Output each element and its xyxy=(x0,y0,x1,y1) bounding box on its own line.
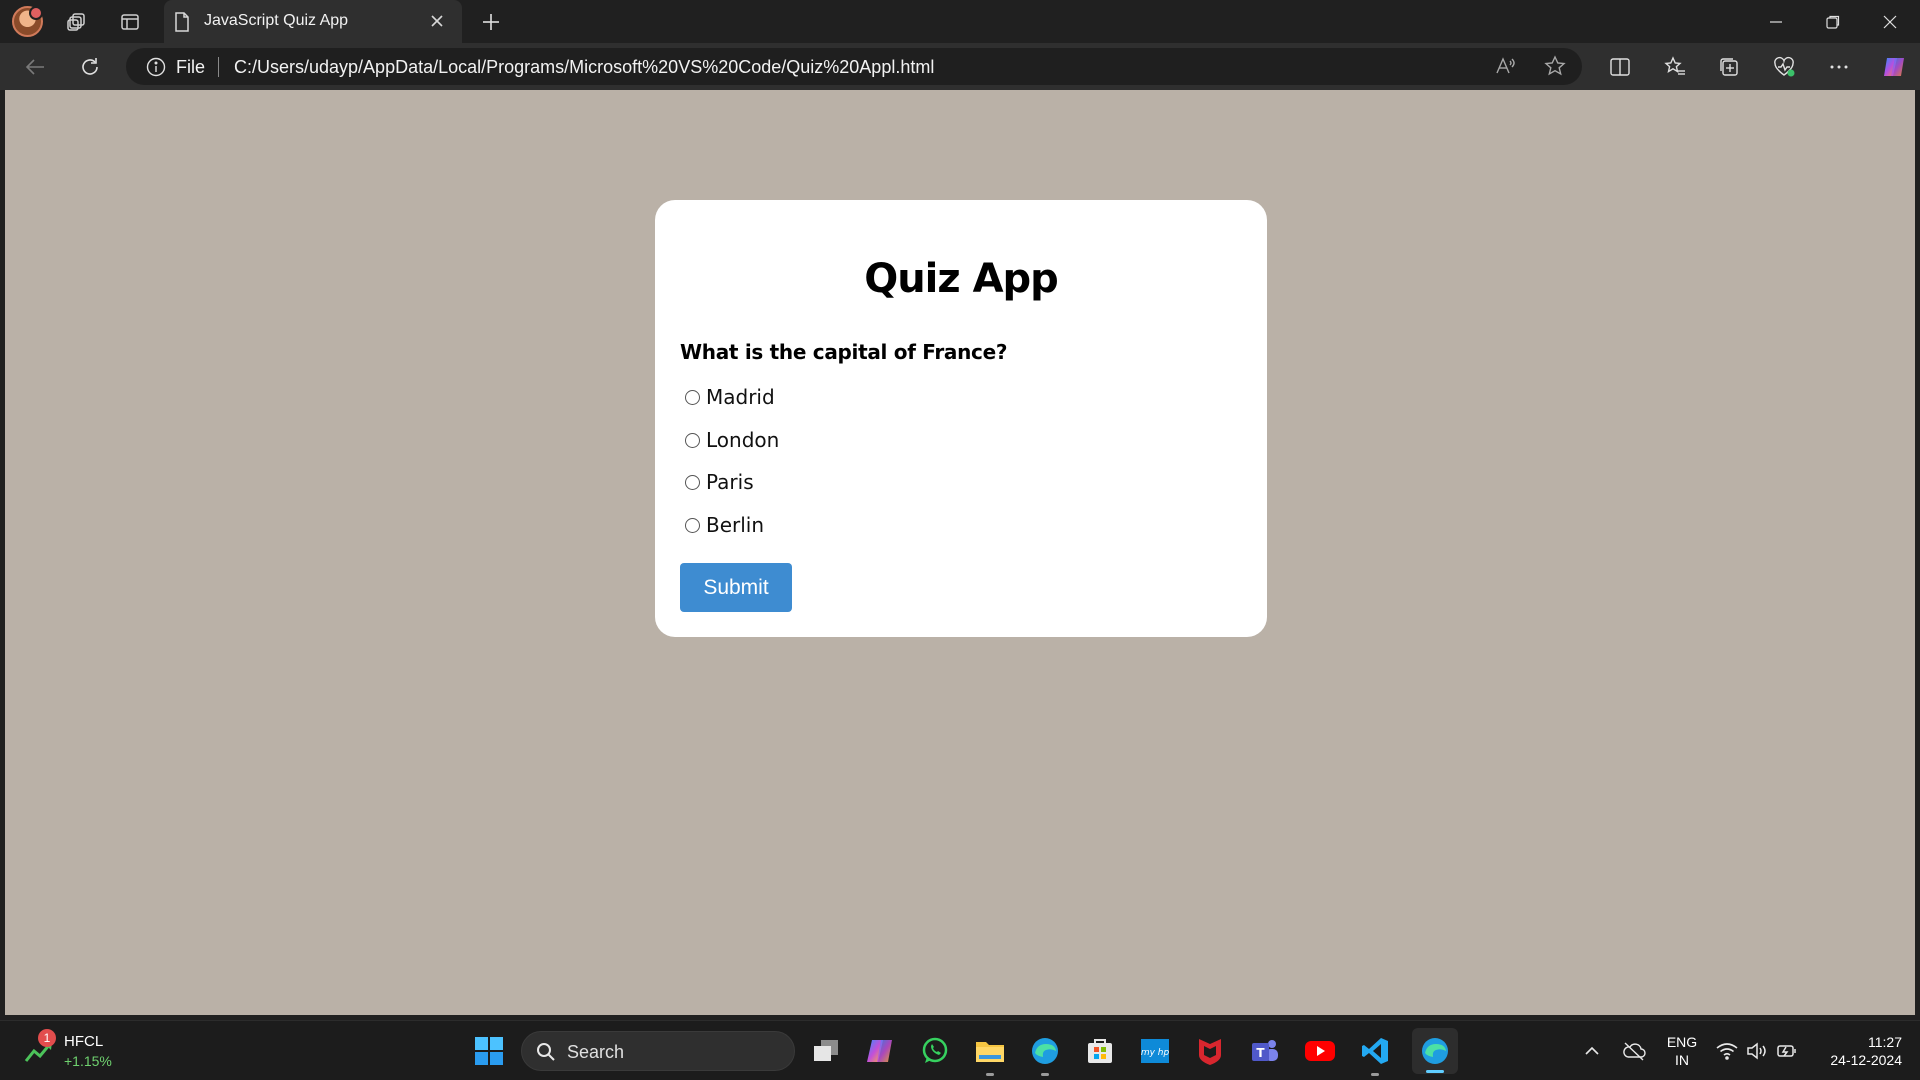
teams-icon[interactable]: T xyxy=(1247,1033,1283,1069)
restore-button[interactable] xyxy=(1805,0,1861,43)
browser-title-bar: JavaScript Quiz App xyxy=(0,0,1920,43)
workspaces-icon[interactable] xyxy=(63,8,91,36)
page-title: Quiz App xyxy=(864,256,1059,302)
minimize-button[interactable] xyxy=(1748,0,1804,43)
active-indicator xyxy=(1426,1070,1444,1073)
vs-code-icon[interactable] xyxy=(1357,1033,1393,1076)
search-label: Search xyxy=(567,1042,625,1062)
system-clock[interactable]: 11:27 24-12-2024 xyxy=(1812,1033,1902,1069)
battery-charging-icon[interactable] xyxy=(1772,1033,1802,1069)
show-hidden-icons-chevron-icon[interactable] xyxy=(1574,1033,1610,1069)
close-window-button[interactable] xyxy=(1862,0,1918,43)
option-label: Berlin xyxy=(706,513,765,537)
running-indicator xyxy=(1041,1073,1049,1076)
settings-more-icon[interactable] xyxy=(1826,54,1852,80)
radio-button[interactable] xyxy=(685,517,700,533)
page-viewport: Quiz App What is the capital of France? … xyxy=(5,90,1915,1015)
mcafee-icon[interactable] xyxy=(1192,1033,1228,1069)
edge-active-icon[interactable] xyxy=(1412,1028,1458,1074)
copilot-icon[interactable] xyxy=(1881,54,1907,80)
profile-avatar[interactable] xyxy=(12,6,43,37)
stock-widget[interactable]: 1 HFCL +1.15% xyxy=(22,1029,122,1073)
radio-button[interactable] xyxy=(685,432,700,448)
clock-date: 24-12-2024 xyxy=(1830,1052,1902,1068)
split-screen-icon[interactable] xyxy=(1607,54,1633,80)
option-london[interactable]: London xyxy=(685,425,779,455)
tab-title: JavaScript Quiz App xyxy=(204,12,349,29)
language-code: ENG xyxy=(1666,1034,1698,1050)
whatsapp-icon[interactable] xyxy=(917,1033,953,1069)
tab-javascript-quiz-app[interactable]: JavaScript Quiz App xyxy=(164,0,462,43)
option-paris[interactable]: Paris xyxy=(685,467,754,497)
task-view-icon[interactable] xyxy=(808,1033,844,1069)
browser-toolbar: File C:/Users/udayp/AppData/Local/Progra… xyxy=(0,43,1920,90)
running-indicator xyxy=(1371,1073,1379,1076)
back-arrow-icon[interactable] xyxy=(22,54,48,80)
svg-text:my hp: my hp xyxy=(1141,1048,1170,1058)
language-indicator[interactable]: ENG IN xyxy=(1665,1033,1699,1069)
copilot-app-icon[interactable] xyxy=(862,1033,898,1069)
page-icon xyxy=(174,12,190,37)
youtube-icon[interactable] xyxy=(1302,1033,1338,1069)
microsoft-store-icon[interactable] xyxy=(1082,1033,1118,1069)
edge-icon[interactable] xyxy=(1027,1033,1063,1076)
close-tab-icon[interactable] xyxy=(426,10,448,32)
address-bar[interactable]: File C:/Users/udayp/AppData/Local/Progra… xyxy=(126,48,1582,85)
start-button[interactable] xyxy=(471,1033,507,1069)
url-text[interactable]: C:/Users/udayp/AppData/Local/Programs/Mi… xyxy=(234,57,934,78)
region-code: IN xyxy=(1675,1052,1689,1068)
windows-taskbar: 1 HFCL +1.15% Search my hp T ENG IN 11:2… xyxy=(0,1020,1920,1080)
file-explorer-icon[interactable] xyxy=(972,1033,1008,1076)
address-separator xyxy=(218,57,219,77)
radio-button[interactable] xyxy=(685,389,700,405)
question-text: What is the capital of France? xyxy=(680,340,1008,364)
myhp-icon[interactable]: my hp xyxy=(1137,1033,1173,1069)
refresh-icon[interactable] xyxy=(77,54,103,80)
option-madrid[interactable]: Madrid xyxy=(685,382,775,412)
option-label: Paris xyxy=(706,470,754,494)
onedrive-offline-icon[interactable] xyxy=(1616,1033,1652,1069)
radio-button[interactable] xyxy=(685,474,700,490)
collections-icon[interactable] xyxy=(1716,54,1742,80)
clock-time: 11:27 xyxy=(1868,1034,1902,1050)
stock-change: +1.15% xyxy=(64,1053,112,1069)
wifi-icon[interactable] xyxy=(1712,1033,1742,1069)
favorites-icon[interactable] xyxy=(1662,54,1688,80)
svg-text:T: T xyxy=(1256,1046,1265,1060)
running-indicator xyxy=(986,1073,994,1076)
new-tab-button[interactable] xyxy=(477,8,505,36)
notification-badge: 1 xyxy=(38,1029,56,1047)
browser-essentials-icon[interactable] xyxy=(1771,54,1797,80)
option-berlin[interactable]: Berlin xyxy=(685,510,764,540)
option-label: London xyxy=(706,428,780,452)
read-aloud-icon[interactable] xyxy=(1492,53,1518,79)
quiz-card: Quiz App What is the capital of France? … xyxy=(655,200,1267,637)
option-label: Madrid xyxy=(706,385,775,409)
favorite-star-icon[interactable] xyxy=(1542,53,1568,79)
stock-symbol: HFCL xyxy=(64,1033,104,1050)
file-scheme-label: File xyxy=(176,57,206,77)
info-icon[interactable] xyxy=(146,57,166,82)
vertical-tabs-icon[interactable] xyxy=(116,8,144,36)
volume-icon[interactable] xyxy=(1742,1033,1772,1069)
taskbar-search[interactable]: Search xyxy=(521,1031,795,1071)
search-icon xyxy=(536,1042,556,1067)
windows-logo-icon xyxy=(475,1037,503,1065)
submit-button[interactable]: Submit xyxy=(680,563,792,612)
